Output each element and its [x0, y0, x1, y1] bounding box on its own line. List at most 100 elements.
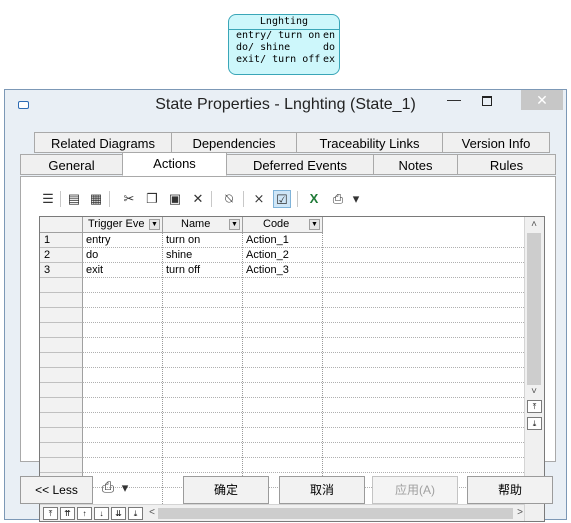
move-bottom-icon[interactable]: ⤓ — [527, 417, 542, 430]
apply-button[interactable]: 应用(A) — [372, 476, 458, 504]
ok-button[interactable]: 确定 — [183, 476, 269, 504]
print-icon[interactable]: ⎙ — [329, 190, 347, 208]
grid-corner[interactable] — [40, 217, 83, 233]
table-cell-name[interactable]: turn off — [163, 263, 243, 278]
cancel-button[interactable]: 取消 — [279, 476, 365, 504]
row-number[interactable] — [40, 323, 83, 338]
table-cell-trigger[interactable]: entry — [83, 233, 163, 248]
state-node-row: exit/ turn off ex — [236, 54, 335, 65]
less-button[interactable]: << Less — [20, 476, 93, 504]
find-icon[interactable]: ⍉ — [220, 190, 238, 208]
table-cell-trigger[interactable]: do — [83, 248, 163, 263]
maximize-button[interactable] — [473, 92, 499, 112]
move-up-page-icon[interactable]: ⇈ — [60, 507, 75, 520]
tab-traceability-links[interactable]: Traceability Links — [296, 132, 443, 153]
row-divider — [83, 322, 524, 323]
row-number[interactable] — [40, 308, 83, 323]
table-cell-code[interactable]: Action_3 — [243, 263, 323, 278]
move-up-icon[interactable]: ↑ — [77, 507, 92, 520]
column-header-name[interactable]: Name ▼ — [163, 217, 243, 233]
move-down-icon[interactable]: ↓ — [94, 507, 109, 520]
chevron-down-icon[interactable]: ▼ — [229, 219, 240, 230]
table-cell-code[interactable]: Action_2 — [243, 248, 323, 263]
scroll-up-icon[interactable]: ˄ — [526, 219, 542, 230]
vertical-scroll-thumb[interactable] — [527, 233, 541, 385]
row-divider — [83, 382, 524, 383]
toolbar-separator — [109, 191, 110, 207]
tab-dependencies[interactable]: Dependencies — [171, 132, 297, 153]
row-number[interactable] — [40, 353, 83, 368]
row-divider — [83, 277, 524, 278]
move-top-icon[interactable]: ⤒ — [527, 400, 542, 413]
row-number[interactable] — [40, 368, 83, 383]
move-down-page-icon[interactable]: ⇊ — [111, 507, 126, 520]
insert-row-icon[interactable]: ▤ — [65, 190, 83, 208]
tab-general[interactable]: General — [20, 154, 123, 175]
title-bar[interactable]: State Properties - Lnghting (State_1) — … — [5, 90, 566, 121]
report-icon[interactable]: ⎙ — [99, 479, 117, 497]
row-number[interactable]: 2 — [40, 248, 83, 263]
state-node[interactable]: Lnghting entry/ turn on en do/ shine do ex… — [228, 14, 340, 75]
tab-version-info[interactable]: Version Info — [442, 132, 550, 153]
toolbar-separator — [211, 191, 212, 207]
column-divider — [242, 233, 243, 504]
row-number[interactable] — [40, 413, 83, 428]
move-to-bottom-icon[interactable]: ⤓ — [128, 507, 143, 520]
paste-icon[interactable]: ▣ — [166, 190, 184, 208]
horizontal-scroll-thumb[interactable] — [158, 508, 513, 519]
row-divider — [83, 262, 524, 263]
copy-icon[interactable]: ❐ — [143, 190, 161, 208]
move-to-top-icon[interactable]: ⤒ — [43, 507, 58, 520]
row-divider — [83, 442, 524, 443]
row-divider — [83, 307, 524, 308]
toolbar-separator — [60, 191, 61, 207]
row-number[interactable]: 3 — [40, 263, 83, 278]
excel-icon[interactable]: X — [305, 190, 323, 208]
column-header-trigger-event[interactable]: Trigger Eve ▼ — [83, 217, 163, 233]
state-node-title: Lnghting — [229, 15, 339, 30]
row-number[interactable] — [40, 383, 83, 398]
row-divider — [83, 457, 524, 458]
table-cell-name[interactable]: shine — [163, 248, 243, 263]
close-button[interactable]: ✕ — [521, 90, 563, 110]
table-cell-trigger[interactable]: exit — [83, 263, 163, 278]
row-number[interactable] — [40, 398, 83, 413]
row-divider — [83, 397, 524, 398]
scroll-right-icon[interactable]: > — [512, 507, 528, 518]
toolbar-separator — [243, 191, 244, 207]
row-number[interactable] — [40, 428, 83, 443]
chevron-down-icon[interactable]: ▼ — [149, 219, 160, 230]
tab-actions[interactable]: Actions — [122, 152, 227, 176]
minimize-button[interactable]: — — [441, 92, 467, 112]
help-button[interactable]: 帮助 — [467, 476, 553, 504]
row-number[interactable] — [40, 338, 83, 353]
row-divider — [83, 367, 524, 368]
row-number[interactable] — [40, 443, 83, 458]
customize-columns-icon[interactable]: ☑ — [273, 190, 291, 208]
row-divider — [83, 472, 524, 473]
report-dropdown-icon[interactable]: ▾ — [119, 479, 131, 497]
table-cell-code[interactable]: Action_1 — [243, 233, 323, 248]
scroll-down-icon[interactable]: ˅ — [526, 386, 542, 397]
properties-icon[interactable]: ☰ — [39, 190, 57, 208]
tab-notes[interactable]: Notes — [373, 154, 458, 175]
row-number[interactable] — [40, 458, 83, 473]
row-number[interactable] — [40, 293, 83, 308]
chevron-down-icon[interactable]: ▼ — [309, 219, 320, 230]
row-number[interactable]: 1 — [40, 233, 83, 248]
add-row-icon[interactable]: ▦ — [87, 190, 105, 208]
filter-icon[interactable]: ⨯ — [250, 190, 268, 208]
tab-deferred-events[interactable]: Deferred Events — [226, 154, 374, 175]
cut-icon[interactable]: ✂ — [120, 190, 138, 208]
horizontal-scrollbar[interactable]: ⤒ ⇈ ↑ ↓ ⇊ ⤓ < > — [40, 504, 524, 521]
column-header-code[interactable]: Code ▼ — [243, 217, 323, 233]
row-divider — [83, 247, 524, 248]
maximize-icon — [482, 96, 492, 106]
print-dropdown-icon[interactable]: ▾ — [350, 190, 362, 208]
state-node-row: entry/ turn on en — [236, 30, 335, 41]
tab-related-diagrams[interactable]: Related Diagrams — [34, 132, 172, 153]
table-cell-name[interactable]: turn on — [163, 233, 243, 248]
delete-icon[interactable]: ✕ — [189, 190, 207, 208]
tab-rules[interactable]: Rules — [457, 154, 556, 175]
row-number[interactable] — [40, 278, 83, 293]
